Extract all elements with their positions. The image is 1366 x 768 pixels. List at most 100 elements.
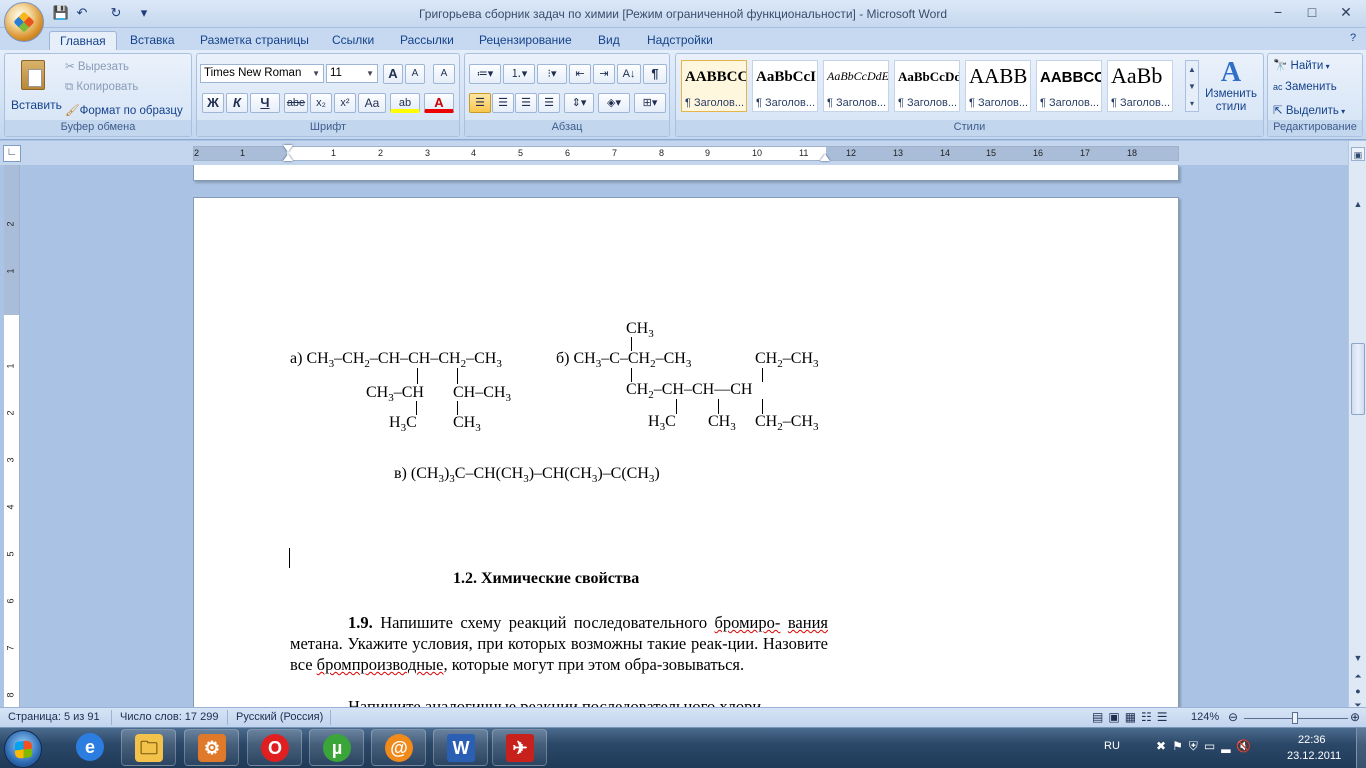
justify-icon[interactable]: ☰: [538, 93, 560, 113]
scroll-up-icon[interactable]: ▲: [1351, 197, 1365, 211]
outline-icon[interactable]: ☷: [1141, 710, 1157, 724]
web-layout-icon[interactable]: ▦: [1125, 710, 1141, 724]
zoom-level[interactable]: 124%: [1191, 711, 1219, 723]
shrink-font-button[interactable]: A: [405, 64, 425, 84]
replace-button[interactable]: ac Заменить: [1273, 81, 1337, 93]
language-bar[interactable]: RU: [1104, 740, 1120, 752]
show-desktop-button[interactable]: [1356, 728, 1366, 768]
shading-icon[interactable]: ◈▾: [598, 93, 630, 113]
first-line-indent-marker[interactable]: [283, 145, 293, 152]
style-gallery-item[interactable]: AABB ¶ Заголов...: [965, 60, 1031, 112]
flag-icon[interactable]: ⚑: [1172, 739, 1189, 753]
full-screen-icon[interactable]: ▣: [1108, 710, 1124, 724]
decrease-indent-icon[interactable]: ⇤: [569, 64, 591, 84]
view-buttons[interactable]: ▤▣▦☷☰: [1092, 710, 1173, 724]
numbering-icon[interactable]: ⒈▾: [503, 64, 535, 84]
display-icon[interactable]: ▭: [1204, 739, 1221, 753]
copy-button[interactable]: ⧉ Копировать: [65, 81, 138, 94]
vertical-ruler[interactable]: 2 1 1 2 3 4 5 6 7 8: [4, 165, 20, 707]
tab-view[interactable]: Вид: [588, 31, 630, 50]
previous-page-icon[interactable]: ⏶: [1351, 669, 1365, 683]
sort-icon[interactable]: A↓: [617, 64, 641, 84]
document-page[interactable]: а) CH3–CH2–CH–CH–CH2–CH3 CH3–CH CH–CH3 H…: [193, 197, 1179, 709]
minimize-button[interactable]: −: [1264, 4, 1292, 24]
paste-button[interactable]: Вставить: [9, 58, 62, 118]
bold-button[interactable]: Ж: [202, 93, 224, 113]
tab-home[interactable]: Главная: [49, 31, 117, 50]
start-button[interactable]: [4, 730, 42, 768]
style-gallery-item[interactable]: AABBCC ¶ Заголов...: [681, 60, 747, 112]
tray-app-icon[interactable]: ⛨: [1189, 739, 1204, 753]
zoom-in-icon[interactable]: ⊕: [1350, 710, 1360, 724]
highlight-button[interactable]: ab: [390, 93, 420, 113]
underline-button[interactable]: Ч: [250, 93, 280, 113]
align-left-icon[interactable]: ☰: [469, 93, 491, 113]
taskbar-button[interactable]: ✈: [492, 729, 547, 766]
customize-qat-icon[interactable]: ▾: [134, 5, 154, 23]
tab-review[interactable]: Рецензирование: [469, 31, 582, 50]
style-gallery-item[interactable]: AABBCC ¶ Заголов...: [1036, 60, 1102, 112]
change-styles-button[interactable]: A Изменить стили: [1202, 58, 1260, 118]
multilevel-list-icon[interactable]: ⁝▾: [537, 64, 567, 84]
tab-references[interactable]: Ссылки: [322, 31, 384, 50]
taskbar-button[interactable]: µ: [309, 729, 364, 766]
align-center-icon[interactable]: ☰: [492, 93, 514, 113]
strikethrough-button[interactable]: abe: [284, 93, 308, 113]
redo-icon[interactable]: ↻: [106, 5, 126, 23]
select-button[interactable]: ⇱ Выделить ▾: [1273, 103, 1345, 117]
left-indent-marker[interactable]: [283, 154, 293, 161]
tab-mailings[interactable]: Рассылки: [390, 31, 464, 50]
word-count[interactable]: Число слов: 17 299: [120, 711, 218, 723]
network-icon[interactable]: ✖: [1156, 739, 1172, 753]
close-button[interactable]: ✕: [1332, 4, 1360, 24]
taskbar-button[interactable]: W: [433, 729, 488, 766]
help-icon[interactable]: ?: [1350, 32, 1356, 44]
style-gallery-item[interactable]: AaBbCcI ¶ Заголов...: [752, 60, 818, 112]
undo-icon[interactable]: ↶: [72, 5, 92, 23]
subscript-button[interactable]: x₂: [310, 93, 332, 113]
page-count[interactable]: Страница: 5 из 91: [8, 711, 100, 723]
line-spacing-icon[interactable]: ⇕▾: [564, 93, 594, 113]
show-marks-button[interactable]: ¶: [643, 64, 667, 84]
clock-date[interactable]: 23.12.2011: [1287, 750, 1341, 762]
zoom-slider-thumb[interactable]: [1292, 712, 1298, 724]
align-right-icon[interactable]: ☰: [515, 93, 537, 113]
italic-button[interactable]: К: [226, 93, 248, 113]
taskbar-button[interactable]: O: [247, 729, 302, 766]
tab-selector-icon[interactable]: ∟: [3, 145, 21, 162]
increase-indent-icon[interactable]: ⇥: [593, 64, 615, 84]
ruler-toggle-icon[interactable]: ▣: [1351, 147, 1365, 161]
signal-icon[interactable]: ▂: [1221, 739, 1236, 753]
office-button[interactable]: [4, 2, 44, 42]
taskbar-button[interactable]: e: [63, 729, 118, 766]
borders-icon[interactable]: ⊞▾: [634, 93, 666, 113]
scroll-down-icon[interactable]: ▼: [1351, 651, 1365, 665]
print-layout-icon[interactable]: ▤: [1092, 710, 1108, 724]
font-color-button[interactable]: A: [424, 93, 454, 113]
language-indicator[interactable]: Русский (Россия): [236, 711, 323, 723]
style-gallery-item[interactable]: AaBb ¶ Заголов...: [1107, 60, 1173, 112]
tab-addins[interactable]: Надстройки: [637, 31, 723, 50]
draft-icon[interactable]: ☰: [1157, 710, 1173, 724]
zoom-out-icon[interactable]: ⊖: [1228, 710, 1238, 724]
bullets-icon[interactable]: ≔▾: [469, 64, 501, 84]
style-gallery-item[interactable]: AaBbCcDdE ¶ Заголов...: [823, 60, 889, 112]
grow-font-button[interactable]: A: [383, 64, 403, 84]
font-size-combo[interactable]: 11 ▼: [326, 64, 378, 83]
scrollbar-thumb[interactable]: [1351, 343, 1365, 415]
superscript-button[interactable]: x²: [334, 93, 356, 113]
volume-icon[interactable]: 🔇: [1236, 739, 1257, 753]
horizontal-ruler[interactable]: 2 1 1 2 3 4 5 6 7 8 9 10 11 12 13 14 15 16 17 18: [193, 146, 1179, 161]
taskbar-button[interactable]: 🗀: [121, 729, 176, 766]
font-name-combo[interactable]: Times New Roman ▼: [200, 64, 324, 83]
vertical-scrollbar[interactable]: ▣ ▲ ▼ ⏶ ● ⏷: [1348, 141, 1366, 710]
browse-object-icon[interactable]: ●: [1351, 684, 1365, 698]
maximize-button[interactable]: □: [1298, 4, 1326, 24]
right-indent-marker[interactable]: [820, 154, 830, 161]
change-case-button[interactable]: Aa: [358, 93, 386, 113]
styles-gallery-scroll[interactable]: ▲ ▼ ▾: [1185, 60, 1199, 112]
save-icon[interactable]: 💾: [51, 5, 71, 23]
clear-format-button[interactable]: A: [433, 64, 455, 84]
tab-page-layout[interactable]: Разметка страницы: [190, 31, 319, 50]
taskbar-button[interactable]: @: [371, 729, 426, 766]
